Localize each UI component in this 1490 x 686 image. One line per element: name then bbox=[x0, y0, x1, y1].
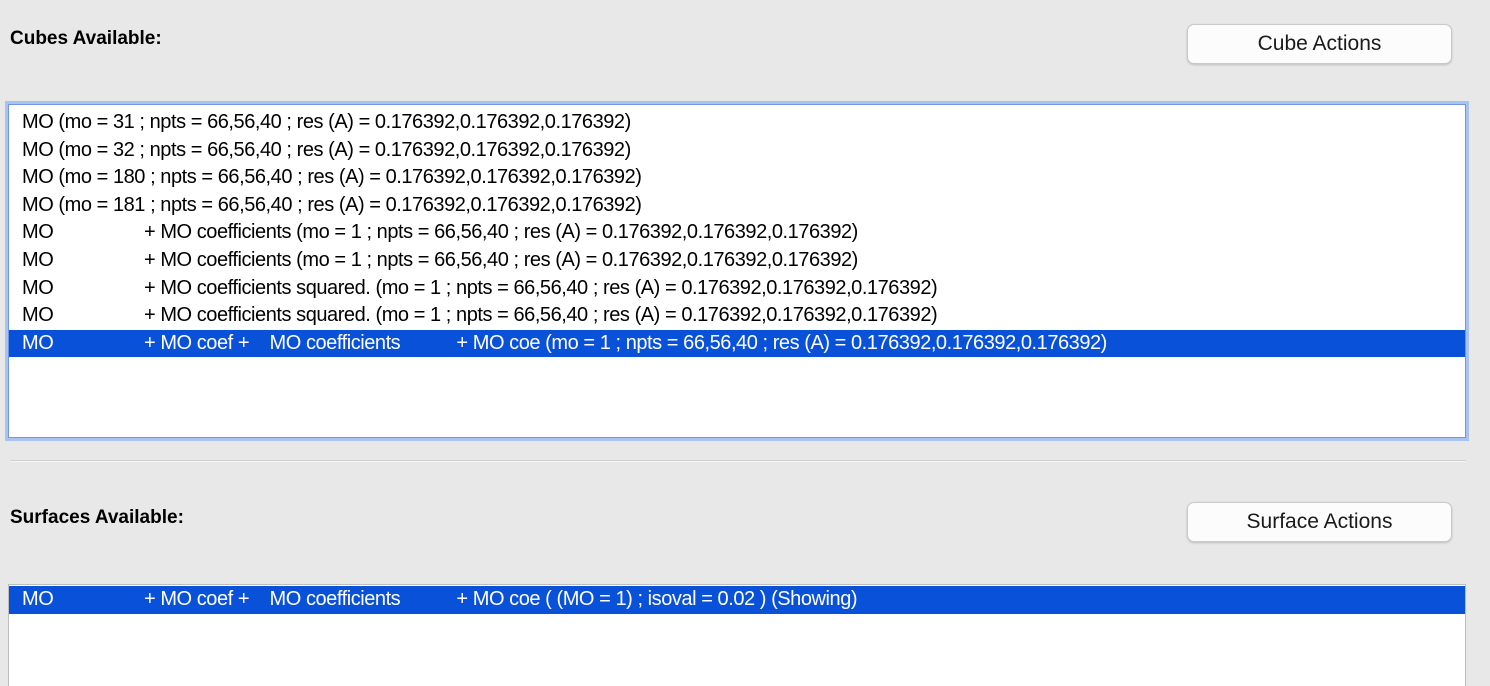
list-item-name: MO bbox=[22, 331, 54, 354]
surfaces-list[interactable]: MO + MO coef + MO coefficients + MO coe (… bbox=[8, 584, 1466, 686]
list-item[interactable]: MO + MO coefficients squared. (mo = 1 ; n… bbox=[9, 275, 1465, 303]
list-item-name: MO bbox=[22, 248, 54, 271]
list-item[interactable]: MO + MO coefficients squared. (mo = 1 ; n… bbox=[9, 302, 1465, 330]
list-item-detail: + MO coef + MO coefficients + MO coe (mo… bbox=[144, 331, 1107, 354]
list-item-name: MO bbox=[22, 276, 54, 299]
cubes-available-label: Cubes Available: bbox=[10, 28, 162, 49]
cube-actions-button[interactable]: Cube Actions bbox=[1187, 24, 1452, 64]
list-item-detail: + MO coefficients squared. (mo = 1 ; npt… bbox=[144, 276, 938, 299]
list-item-name: MO (mo = 181 ; npts = 66,56,40 ; res (A)… bbox=[22, 193, 642, 216]
list-item[interactable]: MO + MO coefficients (mo = 1 ; npts = 66,… bbox=[9, 219, 1465, 247]
list-item[interactable]: MO (mo = 180 ; npts = 66,56,40 ; res (A)… bbox=[9, 164, 1465, 192]
cubes-list[interactable]: MO (mo = 31 ; npts = 66,56,40 ; res (A) … bbox=[8, 104, 1466, 438]
list-item[interactable]: MO + MO coef + MO coefficients + MO coe (… bbox=[9, 329, 1465, 358]
list-item-name: MO (mo = 180 ; npts = 66,56,40 ; res (A)… bbox=[22, 166, 642, 189]
list-item[interactable]: MO + MO coefficients (mo = 1 ; npts = 66,… bbox=[9, 247, 1465, 275]
list-item-name: MO bbox=[22, 304, 54, 327]
section-divider bbox=[10, 460, 1466, 462]
cubes-surfaces-panel: Cubes Available: Cube Actions MO (mo = 3… bbox=[0, 0, 1490, 686]
list-item-name: MO bbox=[22, 221, 54, 244]
list-item-name: MO (mo = 32 ; npts = 66,56,40 ; res (A) … bbox=[22, 138, 631, 161]
list-item-detail: + MO coefficients (mo = 1 ; npts = 66,56… bbox=[144, 248, 858, 271]
list-item-detail: + MO coefficients (mo = 1 ; npts = 66,56… bbox=[144, 221, 858, 244]
list-item[interactable]: MO + MO coef + MO coefficients + MO coe (… bbox=[9, 586, 1465, 614]
list-item[interactable]: MO (mo = 32 ; npts = 66,56,40 ; res (A) … bbox=[9, 137, 1465, 165]
surfaces-available-label: Surfaces Available: bbox=[10, 507, 184, 528]
list-item[interactable]: MO (mo = 181 ; npts = 66,56,40 ; res (A)… bbox=[9, 192, 1465, 220]
list-item-name: MO (mo = 31 ; npts = 66,56,40 ; res (A) … bbox=[22, 111, 631, 133]
list-item-detail: + MO coefficients squared. (mo = 1 ; npt… bbox=[144, 304, 938, 327]
surface-actions-button[interactable]: Surface Actions bbox=[1187, 502, 1452, 542]
list-item-detail: + MO coef + MO coefficients + MO coe ( (… bbox=[144, 588, 858, 610]
list-item[interactable]: MO (mo = 31 ; npts = 66,56,40 ; res (A) … bbox=[9, 109, 1465, 137]
list-item-name: MO bbox=[22, 588, 54, 610]
